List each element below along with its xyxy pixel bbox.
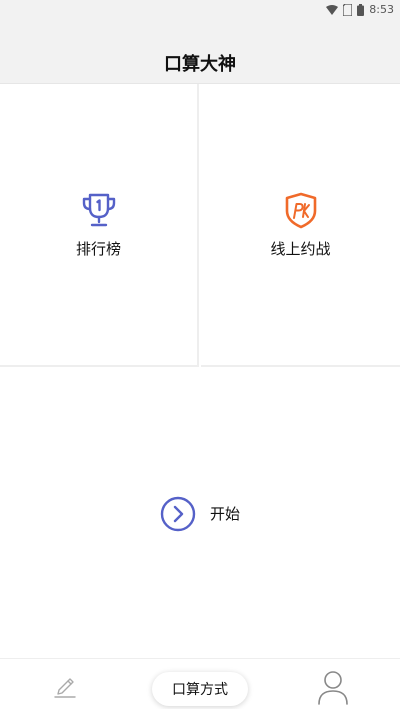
leaderboard-tile[interactable]: 排行榜 [0,84,199,367]
main-content: 排行榜 线上约战 开始 [0,84,400,658]
start-button[interactable]: 开始 [0,369,400,658]
pencil-icon [54,678,76,698]
nav-profile-button[interactable] [316,669,350,705]
sim-icon [343,3,353,16]
online-battle-tile[interactable]: 线上约战 [201,84,400,367]
calculation-mode-button[interactable]: 口算方式 [152,672,248,706]
nav-edit-button[interactable] [50,673,80,699]
online-battle-label: 线上约战 [270,240,331,258]
status-time: 8:53 [369,3,394,16]
status-bar: 8:53 [0,0,400,22]
leaderboard-label: 排行榜 [75,240,121,258]
bottom-nav: 口算方式 [0,658,400,709]
status-icons: 8:53 [326,3,394,16]
battery-icon [357,3,365,16]
chevron-right-circle-icon [160,496,196,531]
wifi-icon [326,4,339,15]
page-title: 口算大神 [164,54,236,75]
header: 口算大神 [0,22,400,84]
profile-icon [318,671,348,705]
trophy-icon [82,193,115,227]
start-label: 开始 [209,505,240,523]
pk-shield-icon [285,192,316,229]
